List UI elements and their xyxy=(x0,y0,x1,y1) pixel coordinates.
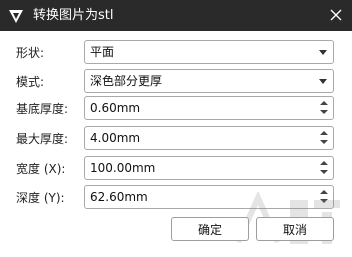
depth-spinbox[interactable]: 62.60mm xyxy=(84,185,334,209)
max-thickness-spinbox[interactable]: 4.00mm xyxy=(84,126,334,150)
width-spinbox[interactable]: 100.00mm xyxy=(84,156,334,180)
spinner-arrows-icon[interactable] xyxy=(319,129,329,147)
max-thickness-row: 最大厚度: 4.00mm xyxy=(0,126,352,152)
spin-up-icon[interactable] xyxy=(320,190,328,194)
spin-up-icon[interactable] xyxy=(320,101,328,105)
spin-down-icon[interactable] xyxy=(320,110,328,114)
base-thickness-value: 0.60mm xyxy=(90,101,141,115)
width-label: 宽度 (X): xyxy=(16,162,66,176)
shape-dropdown[interactable]: 平面 xyxy=(84,40,334,64)
spin-up-icon[interactable] xyxy=(320,161,328,165)
mode-value: 深色部分更厚 xyxy=(90,74,163,88)
spinner-arrows-icon[interactable] xyxy=(319,99,329,117)
width-row: 宽度 (X): 100.00mm xyxy=(0,156,352,182)
max-thickness-label: 最大厚度: xyxy=(16,132,69,146)
window-title: 转换图片为stl xyxy=(33,8,114,23)
ok-button[interactable]: 确定 xyxy=(171,217,249,241)
base-thickness-spinbox[interactable]: 0.60mm xyxy=(84,96,334,120)
spin-down-icon[interactable] xyxy=(320,170,328,174)
mode-row: 模式: 深色部分更厚 xyxy=(0,69,352,95)
app-logo-icon xyxy=(9,10,23,23)
cancel-button[interactable]: 取消 xyxy=(256,217,334,241)
width-value: 100.00mm xyxy=(90,161,156,175)
chevron-down-icon xyxy=(319,79,327,84)
base-thickness-label: 基底厚度: xyxy=(16,102,69,116)
shape-value: 平面 xyxy=(90,45,115,59)
spin-up-icon[interactable] xyxy=(320,131,328,135)
title-bar: 转换图片为stl xyxy=(0,0,352,31)
spin-down-icon[interactable] xyxy=(320,140,328,144)
close-button[interactable] xyxy=(326,5,346,25)
base-thickness-row: 基底厚度: 0.60mm xyxy=(0,96,352,122)
mode-label: 模式: xyxy=(16,75,45,89)
shape-row: 形状: 平面 xyxy=(0,40,352,66)
depth-label: 深度 (Y): xyxy=(16,191,65,205)
chevron-down-icon xyxy=(319,50,327,55)
depth-value: 62.60mm xyxy=(90,190,148,204)
shape-label: 形状: xyxy=(16,46,45,60)
spinner-arrows-icon[interactable] xyxy=(319,159,329,177)
close-icon xyxy=(330,9,342,21)
spinner-arrows-icon[interactable] xyxy=(319,188,329,206)
mode-dropdown[interactable]: 深色部分更厚 xyxy=(84,69,334,93)
spin-down-icon[interactable] xyxy=(320,199,328,203)
max-thickness-value: 4.00mm xyxy=(90,131,141,145)
depth-row: 深度 (Y): 62.60mm xyxy=(0,185,352,211)
